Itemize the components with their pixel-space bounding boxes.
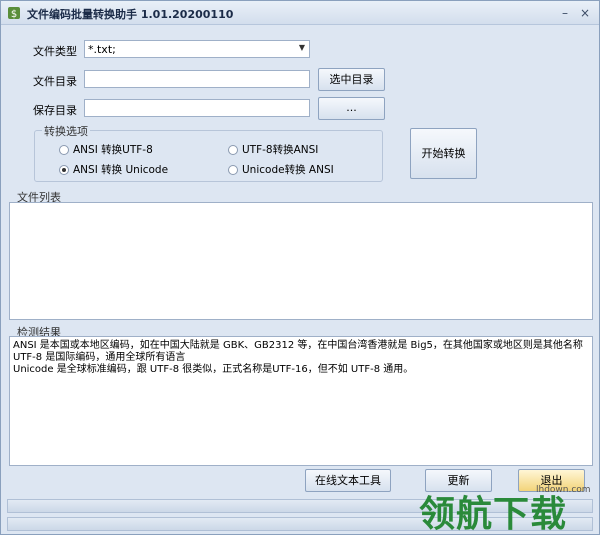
option-unicode-to-ansi[interactable]: Unicode转换 ANSI — [228, 162, 334, 177]
select-dir-button[interactable]: 选中目录 — [318, 68, 385, 91]
file-type-label: 文件类型 — [33, 45, 77, 58]
results-text: ANSI 是本国或本地区编码，如在中国大陆就是 GBK、GB2312 等，在中国… — [13, 340, 583, 375]
online-tool-button[interactable]: 在线文本工具 — [305, 469, 391, 492]
radio-icon[interactable] — [228, 164, 238, 175]
file-type-value: *.txt; — [88, 43, 116, 56]
file-dir-input[interactable] — [84, 70, 310, 88]
radio-icon[interactable] — [59, 144, 69, 155]
start-convert-button[interactable]: 开始转换 — [410, 128, 477, 179]
file-list-panel[interactable] — [9, 202, 593, 320]
save-dir-label: 保存目录 — [33, 104, 77, 117]
options-group-title: 转换选项 — [42, 123, 90, 139]
radio-selected-icon[interactable] — [59, 164, 69, 175]
option-label: UTF-8转换ANSI — [242, 144, 319, 156]
browse-button[interactable]: ... — [318, 97, 385, 120]
save-dir-input[interactable] — [84, 99, 310, 117]
chevron-down-icon[interactable]: ▼ — [299, 43, 305, 52]
app-icon: $ — [8, 7, 20, 20]
watermark-url: lhdown.com — [536, 485, 591, 495]
option-label: Unicode转换 ANSI — [242, 164, 334, 176]
option-label: ANSI 转换UTF-8 — [73, 144, 153, 156]
close-icon[interactable]: × — [577, 5, 593, 21]
title-bar: $ 文件编码批量转换助手 1.01.20200110 – × — [1, 1, 599, 25]
minimize-icon[interactable]: – — [557, 5, 573, 21]
option-ansi-to-utf8[interactable]: ANSI 转换UTF-8 — [59, 142, 153, 157]
window-title: 文件编码批量转换助手 1.01.20200110 — [27, 8, 234, 21]
app-window: $ 文件编码批量转换助手 1.01.20200110 – × 文件类型 *.tx… — [0, 0, 600, 535]
svg-text:$: $ — [11, 9, 17, 20]
option-label: ANSI 转换 Unicode — [73, 164, 169, 176]
option-utf8-to-ansi[interactable]: UTF-8转换ANSI — [228, 142, 318, 157]
file-type-select[interactable]: *.txt; ▼ — [84, 40, 310, 58]
option-ansi-to-unicode[interactable]: ANSI 转换 Unicode — [59, 162, 168, 177]
file-dir-label: 文件目录 — [33, 75, 77, 88]
radio-icon[interactable] — [228, 144, 238, 155]
